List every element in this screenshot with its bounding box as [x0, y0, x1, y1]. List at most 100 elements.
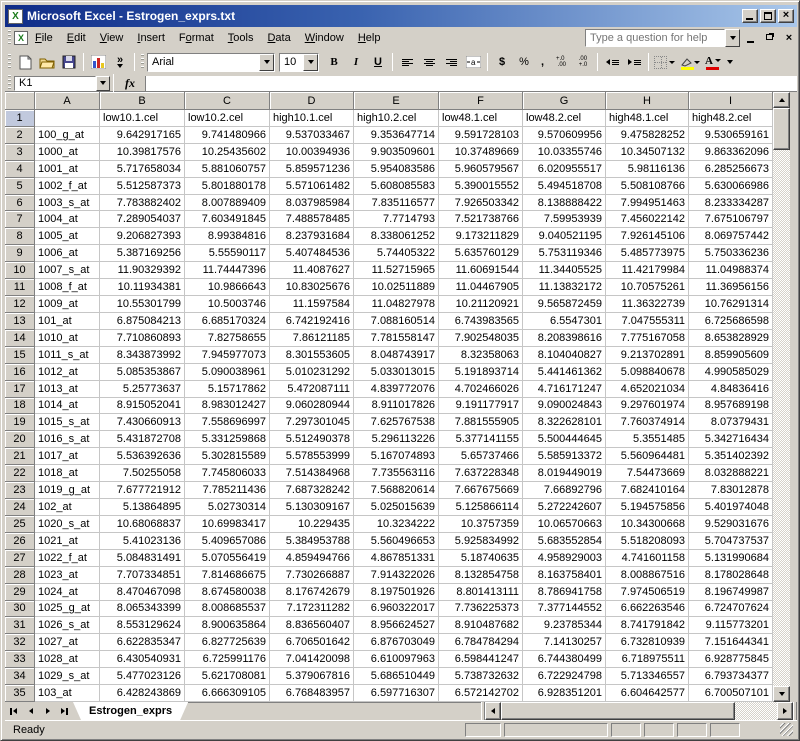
- menu-item-view[interactable]: View: [93, 29, 131, 47]
- name-box-dropdown[interactable]: [96, 76, 110, 91]
- cell[interactable]: 1009_at: [35, 296, 100, 313]
- cell[interactable]: 7.707334851: [100, 567, 185, 584]
- cell[interactable]: 8.741791842: [606, 617, 689, 634]
- cell[interactable]: 5.409657086: [185, 533, 270, 550]
- menu-item-help[interactable]: Help: [351, 29, 388, 47]
- cell[interactable]: 8.163758401: [523, 567, 606, 584]
- cell[interactable]: 8.008685537: [185, 601, 270, 618]
- cell[interactable]: 7.745806033: [185, 465, 270, 482]
- cell[interactable]: 8.069757442: [689, 228, 773, 245]
- cell[interactable]: 5.512490378: [270, 431, 354, 448]
- cell[interactable]: 1021_at: [35, 533, 100, 550]
- cell[interactable]: 8.233334287: [689, 195, 773, 212]
- cell[interactable]: 9.213702891: [606, 347, 689, 364]
- underline-button[interactable]: U: [368, 52, 388, 72]
- cell[interactable]: 5.954083586: [354, 161, 439, 178]
- cell[interactable]: 9.565872459: [523, 296, 606, 313]
- cell[interactable]: 10.00394936: [270, 144, 354, 161]
- cell[interactable]: 11.52715965: [354, 262, 439, 279]
- cell[interactable]: 5.536392636: [100, 448, 185, 465]
- cell[interactable]: 7.677721912: [100, 482, 185, 499]
- cell[interactable]: 7.926145106: [606, 228, 689, 245]
- cell[interactable]: 5.881060757: [185, 161, 270, 178]
- cell[interactable]: 7.814686675: [185, 567, 270, 584]
- cell[interactable]: 9.537033467: [270, 127, 354, 144]
- cell[interactable]: 5.621708081: [185, 668, 270, 685]
- cell[interactable]: 4.741601158: [606, 550, 689, 567]
- row-header[interactable]: 22: [5, 465, 35, 482]
- italic-button[interactable]: I: [346, 52, 366, 72]
- cell[interactable]: 10.11934381: [100, 279, 185, 296]
- cell[interactable]: 7.521738766: [439, 211, 523, 228]
- cell[interactable]: 5.925834992: [439, 533, 523, 550]
- cell[interactable]: 11.36322739: [606, 296, 689, 313]
- cell[interactable]: 5.033013015: [354, 364, 439, 381]
- cell[interactable]: 1012_at: [35, 364, 100, 381]
- cell[interactable]: 11.74447396: [185, 262, 270, 279]
- cell[interactable]: 5.010231292: [270, 364, 354, 381]
- cell[interactable]: 4.84836416: [689, 381, 773, 398]
- cell[interactable]: 5.090038961: [185, 364, 270, 381]
- cell[interactable]: high48.1.cel: [606, 110, 689, 127]
- cell[interactable]: 8.132854758: [439, 567, 523, 584]
- cell[interactable]: 1010_at: [35, 330, 100, 347]
- row-header[interactable]: 1: [5, 110, 35, 127]
- cell[interactable]: 6.666309105: [185, 685, 270, 702]
- cell[interactable]: 8.301553605: [270, 347, 354, 364]
- cell[interactable]: 9.529031676: [689, 516, 773, 533]
- cell[interactable]: 8.019449019: [523, 465, 606, 482]
- cell[interactable]: 8.99384816: [185, 228, 270, 245]
- cell[interactable]: 7.83012878: [689, 482, 773, 499]
- cell[interactable]: 8.900635864: [185, 617, 270, 634]
- question-help-input[interactable]: [585, 29, 725, 47]
- column-header[interactable]: H: [606, 92, 689, 110]
- row-header[interactable]: 32: [5, 634, 35, 651]
- cell[interactable]: 9.475828252: [606, 127, 689, 144]
- cell[interactable]: 5.407484536: [270, 245, 354, 262]
- cell[interactable]: 11.36956156: [689, 279, 773, 296]
- cell[interactable]: 6.020955517: [523, 161, 606, 178]
- cell[interactable]: 10.9866643: [185, 279, 270, 296]
- row-header[interactable]: 15: [5, 347, 35, 364]
- cell[interactable]: 1006_at: [35, 245, 100, 262]
- cell[interactable]: 1015_s_at: [35, 414, 100, 431]
- cell[interactable]: 8.008867516: [606, 567, 689, 584]
- cell[interactable]: 9.191177917: [439, 398, 523, 415]
- cell[interactable]: 7.914322026: [354, 567, 439, 584]
- cell[interactable]: 8.032888221: [689, 465, 773, 482]
- cell[interactable]: 1023_at: [35, 567, 100, 584]
- cell[interactable]: 7.603491845: [185, 211, 270, 228]
- cell[interactable]: 6.5547301: [523, 313, 606, 330]
- bold-button[interactable]: B: [324, 52, 344, 72]
- cell[interactable]: 5.431872708: [100, 431, 185, 448]
- cell[interactable]: 8.859905609: [689, 347, 773, 364]
- formula-input[interactable]: [145, 76, 797, 91]
- cell[interactable]: 5.753119346: [523, 245, 606, 262]
- row-header[interactable]: 3: [5, 144, 35, 161]
- cell[interactable]: 5.571061482: [270, 178, 354, 195]
- cell[interactable]: 1026_s_at: [35, 617, 100, 634]
- row-header[interactable]: 2: [5, 127, 35, 144]
- cell[interactable]: [35, 110, 100, 127]
- cell[interactable]: 6.875084213: [100, 313, 185, 330]
- resize-grip[interactable]: [780, 723, 793, 736]
- row-header[interactable]: 8: [5, 228, 35, 245]
- cell[interactable]: 1011_s_at: [35, 347, 100, 364]
- menu-item-tools[interactable]: Tools: [221, 29, 261, 47]
- cell[interactable]: 8.653828929: [689, 330, 773, 347]
- column-header[interactable]: D: [270, 92, 354, 110]
- cell[interactable]: 1008_f_at: [35, 279, 100, 296]
- cell[interactable]: 6.685170324: [185, 313, 270, 330]
- font-size-dropdown[interactable]: [303, 54, 318, 71]
- cell[interactable]: 6.732810939: [606, 634, 689, 651]
- cell[interactable]: 7.151644341: [689, 634, 773, 651]
- workbook-restore-button[interactable]: [762, 31, 778, 46]
- cell[interactable]: 8.983012427: [185, 398, 270, 415]
- borders-button[interactable]: [653, 52, 676, 72]
- save-button[interactable]: [59, 52, 79, 72]
- scroll-left-button[interactable]: [485, 702, 501, 720]
- cell[interactable]: 6.598441247: [439, 651, 523, 668]
- column-header[interactable]: B: [100, 92, 185, 110]
- sheet-nav-first-button[interactable]: [5, 702, 22, 720]
- cell[interactable]: low48.1.cel: [439, 110, 523, 127]
